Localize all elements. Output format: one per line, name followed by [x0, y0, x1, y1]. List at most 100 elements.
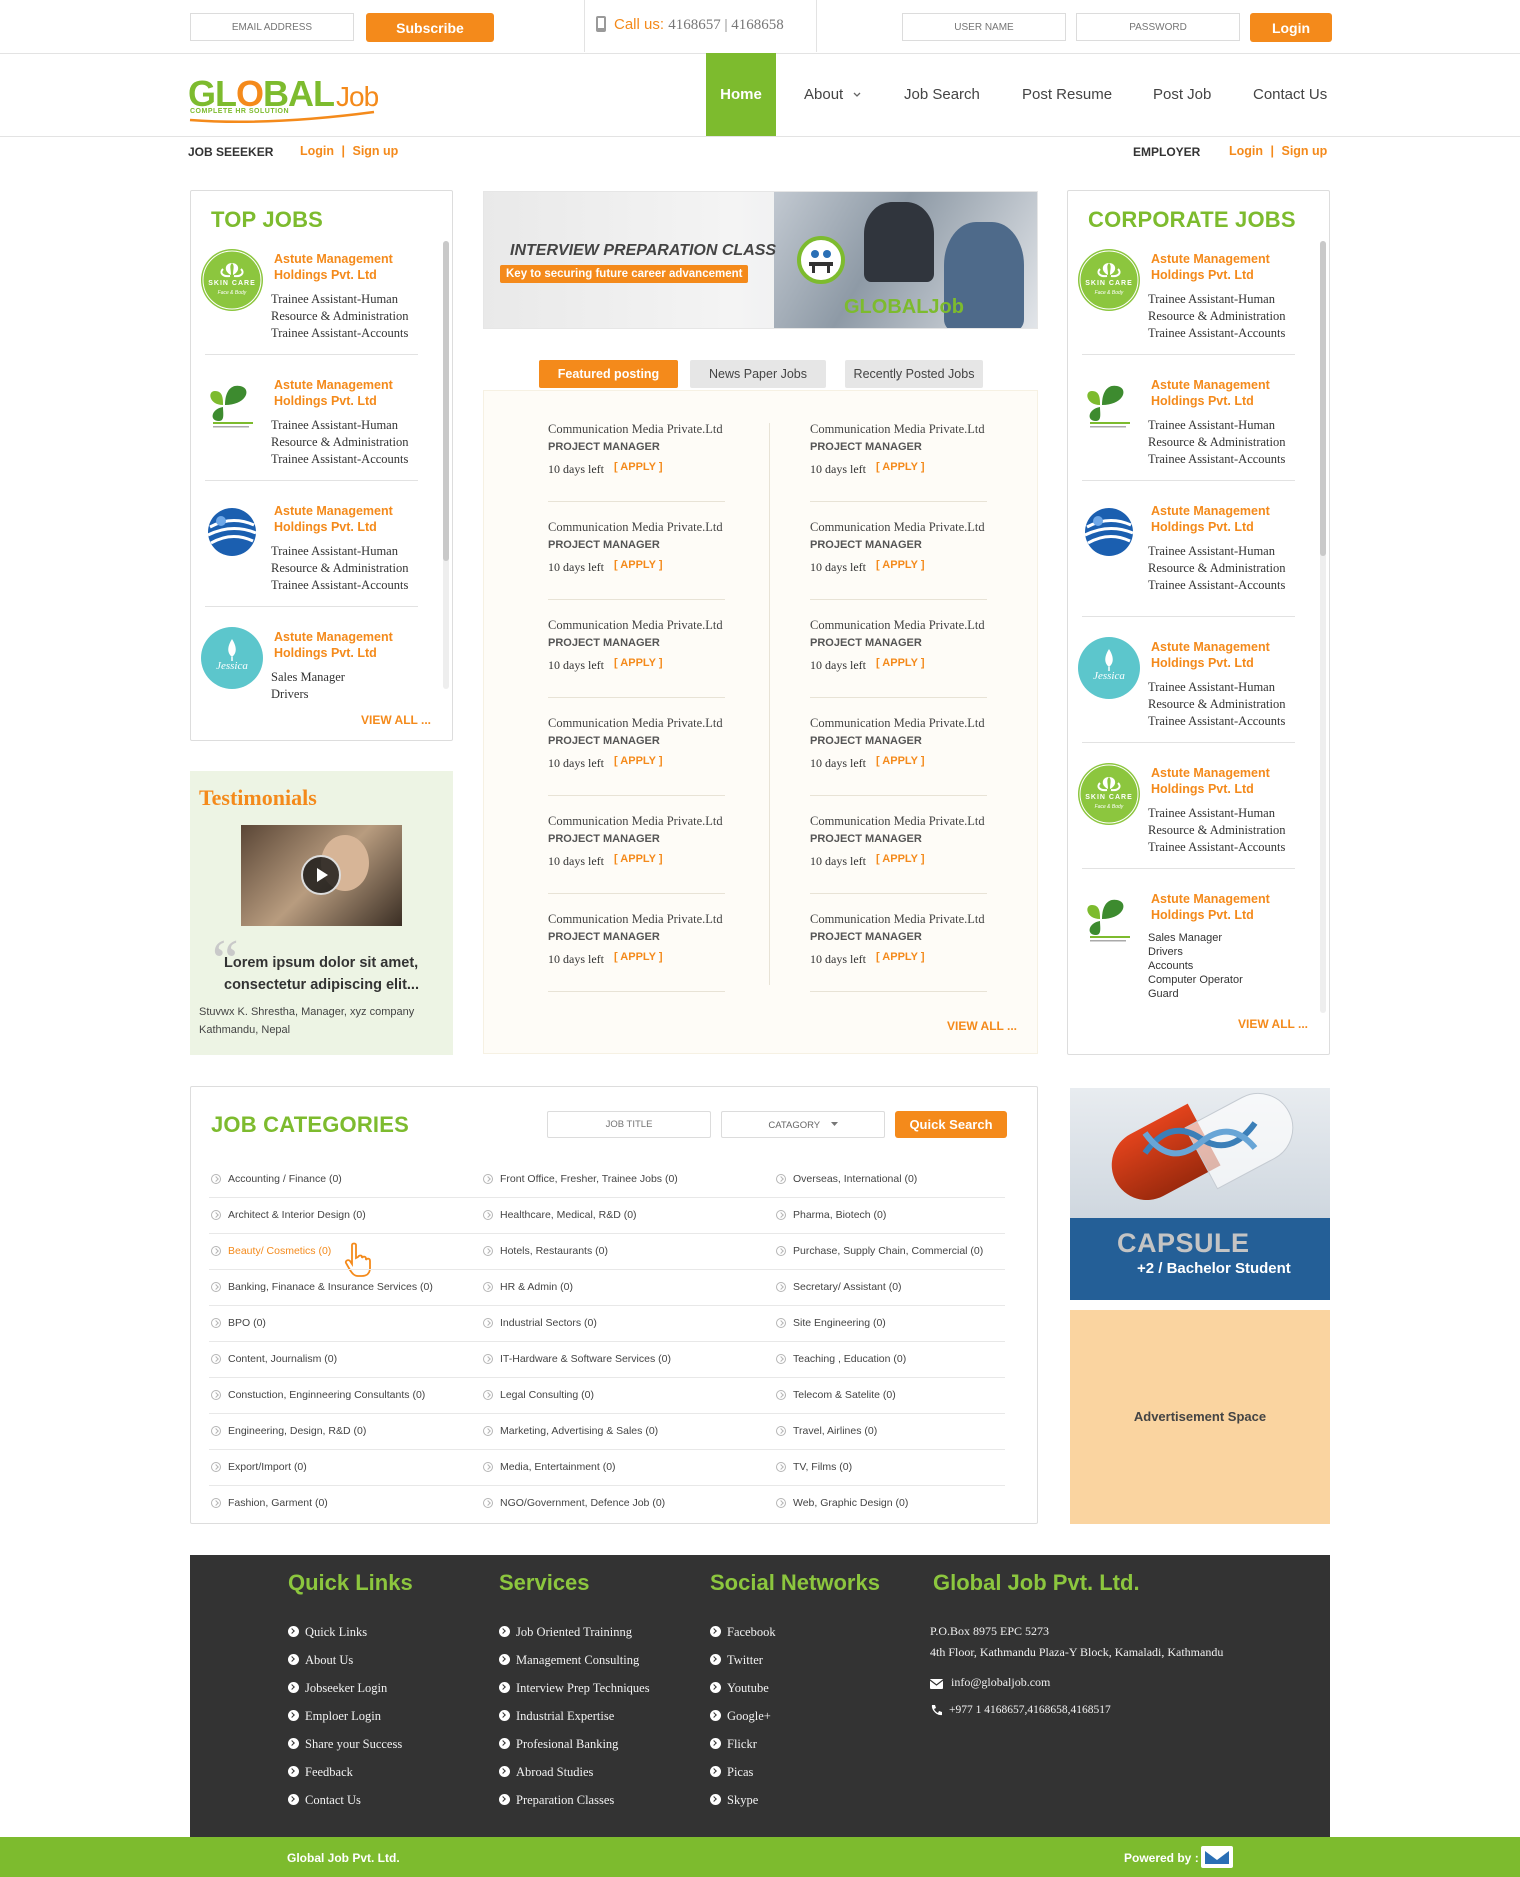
category-label[interactable]: Telecom & Satelite (0) [793, 1377, 896, 1413]
featured-job[interactable]: Communication Media Private.Ltd PROJECT M… [548, 520, 768, 616]
company-name[interactable]: Astute Management Holdings Pvt. Ltd [1151, 639, 1291, 671]
password-input[interactable] [1076, 13, 1240, 41]
site-logo[interactable]: GLOBALJob COMPLETE HR SOLUTION [188, 74, 379, 124]
featured-job[interactable]: Communication Media Private.Ltd PROJECT M… [548, 618, 768, 714]
footer-service-link[interactable]: Management Consulting [499, 1650, 639, 1670]
footer-link[interactable]: Share your Success [288, 1734, 402, 1754]
footer-service-link[interactable]: Interview Prep Techniques [499, 1678, 650, 1698]
category-label[interactable]: Teaching , Education (0) [793, 1341, 906, 1377]
job-title-input[interactable] [547, 1111, 711, 1138]
category-label[interactable]: Export/Import (0) [228, 1449, 307, 1485]
job-position[interactable]: Trainee Assistant-Accounts [1148, 325, 1298, 342]
category-item[interactable]: IT-Hardware & Software Services (0) [483, 1341, 743, 1377]
apply-link[interactable]: [ APPLY ] [876, 755, 925, 767]
category-label[interactable]: Front Office, Fresher, Trainee Jobs (0) [500, 1161, 678, 1197]
category-item[interactable]: Travel, Airlines (0) [776, 1413, 1036, 1449]
company-name[interactable]: Communication Media Private.Ltd [810, 422, 985, 437]
company-name[interactable]: Astute Management Holdings Pvt. Ltd [274, 629, 414, 661]
company-name[interactable]: Communication Media Private.Ltd [548, 912, 723, 927]
category-item[interactable]: Export/Import (0) [211, 1449, 471, 1485]
job-position[interactable]: Trainee Assistant-Human Resource & Admin… [271, 417, 421, 451]
corporate-view-all[interactable]: VIEW ALL ... [1238, 1017, 1308, 1031]
job-position[interactable]: PROJECT MANAGER [810, 441, 922, 453]
developer-logo[interactable] [1201, 1846, 1233, 1868]
company-name[interactable]: Astute Management Holdings Pvt. Ltd [274, 377, 414, 409]
company-name[interactable]: Communication Media Private.Ltd [548, 814, 723, 829]
job-position[interactable]: PROJECT MANAGER [810, 637, 922, 649]
category-label[interactable]: Overseas, International (0) [793, 1161, 917, 1197]
job-position[interactable]: Trainee Assistant-Accounts [1148, 451, 1298, 468]
category-item[interactable]: Media, Entertainment (0) [483, 1449, 743, 1485]
login-button[interactable]: Login [1250, 13, 1332, 42]
company-name[interactable]: Astute Management Holdings Pvt. Ltd [274, 251, 414, 283]
company-name[interactable]: Communication Media Private.Ltd [548, 520, 723, 535]
category-label[interactable]: BPO (0) [228, 1305, 266, 1341]
company-name[interactable]: Communication Media Private.Ltd [810, 912, 985, 927]
job-position[interactable]: Trainee Assistant-Accounts [1148, 713, 1298, 730]
job-position[interactable]: Drivers [271, 686, 421, 703]
job-position[interactable]: PROJECT MANAGER [548, 833, 660, 845]
company-name[interactable]: Astute Management Holdings Pvt. Ltd [1151, 765, 1291, 797]
category-label[interactable]: TV, Films (0) [793, 1449, 852, 1485]
employer-login-link[interactable]: Login [1229, 144, 1263, 158]
seeker-signup-link[interactable]: Sign up [352, 144, 398, 158]
category-select[interactable]: CATAGORY [721, 1111, 885, 1138]
apply-link[interactable]: [ APPLY ] [614, 657, 663, 669]
nav-post-job[interactable]: Post Job [1153, 53, 1211, 136]
capsule-ad[interactable]: CAPSULE +2 / Bachelor Student [1070, 1088, 1330, 1300]
category-item[interactable]: Banking, Finanace & Insurance Services (… [211, 1269, 471, 1305]
featured-view-all[interactable]: VIEW ALL ... [947, 1019, 1017, 1033]
apply-link[interactable]: [ APPLY ] [876, 461, 925, 473]
scrollbar-thumb[interactable] [1320, 241, 1326, 556]
footer-link[interactable]: Quick Links [288, 1622, 367, 1642]
subscribe-button[interactable]: Subscribe [366, 13, 494, 42]
seeker-login-link[interactable]: Login [300, 144, 334, 158]
category-label[interactable]: Constuction, Enginneering Consultants (0… [228, 1377, 425, 1413]
category-label[interactable]: Travel, Airlines (0) [793, 1413, 877, 1449]
job-position[interactable]: PROJECT MANAGER [548, 637, 660, 649]
category-label[interactable]: Banking, Finanace & Insurance Services (… [228, 1269, 433, 1305]
scrollbar[interactable] [1320, 241, 1326, 1013]
advertisement-space[interactable]: Advertisement Space [1070, 1310, 1330, 1524]
job-position[interactable]: PROJECT MANAGER [548, 931, 660, 943]
company-name[interactable]: Communication Media Private.Ltd [810, 814, 985, 829]
company-name[interactable]: Communication Media Private.Ltd [810, 618, 985, 633]
category-item[interactable]: Architect & Interior Design (0) [211, 1197, 471, 1233]
apply-link[interactable]: [ APPLY ] [876, 559, 925, 571]
category-item[interactable]: Pharma, Biotech (0) [776, 1197, 1036, 1233]
job-position[interactable]: Trainee Assistant-Accounts [271, 577, 421, 594]
job-position[interactable]: Trainee Assistant-Human Resource & Admin… [1148, 417, 1298, 451]
apply-link[interactable]: [ APPLY ] [614, 853, 663, 865]
featured-job[interactable]: Communication Media Private.Ltd PROJECT M… [810, 716, 1030, 812]
tab-newspaper[interactable]: News Paper Jobs [690, 360, 826, 388]
category-item[interactable]: Front Office, Fresher, Trainee Jobs (0) [483, 1161, 743, 1197]
category-item[interactable]: Accounting / Finance (0) [211, 1161, 471, 1197]
company-name[interactable]: Astute Management Holdings Pvt. Ltd [274, 503, 414, 535]
footer-social-link[interactable]: Flickr [710, 1734, 757, 1754]
company-name[interactable]: Astute Management Holdings Pvt. Ltd [1151, 251, 1291, 283]
job-position[interactable]: Trainee Assistant-Accounts [271, 451, 421, 468]
job-position[interactable]: Drivers [1148, 945, 1298, 959]
job-position[interactable]: PROJECT MANAGER [810, 539, 922, 551]
category-item[interactable]: NGO/Government, Defence Job (0) [483, 1485, 743, 1521]
nav-about[interactable]: About [804, 53, 861, 136]
category-label[interactable]: Architect & Interior Design (0) [228, 1197, 366, 1233]
company-name[interactable]: Communication Media Private.Ltd [548, 618, 723, 633]
category-label[interactable]: Secretary/ Assistant (0) [793, 1269, 902, 1305]
footer-service-link[interactable]: Job Oriented Traininng [499, 1622, 632, 1642]
testimonial-video[interactable] [241, 825, 402, 926]
category-item[interactable]: Engineering, Design, R&D (0) [211, 1413, 471, 1449]
featured-job[interactable]: Communication Media Private.Ltd PROJECT M… [548, 422, 768, 518]
employer-signup-link[interactable]: Sign up [1281, 144, 1327, 158]
job-position[interactable]: Trainee Assistant-Human Resource & Admin… [1148, 291, 1298, 325]
footer-social-link[interactable]: Twitter [710, 1650, 763, 1670]
footer-link[interactable]: Feedback [288, 1762, 353, 1782]
category-label[interactable]: Site Engineering (0) [793, 1305, 886, 1341]
job-position[interactable]: Trainee Assistant-Human Resource & Admin… [1148, 805, 1298, 839]
company-name[interactable]: Astute Management Holdings Pvt. Ltd [1151, 503, 1291, 535]
apply-link[interactable]: [ APPLY ] [614, 559, 663, 571]
tab-featured[interactable]: Featured posting [539, 360, 678, 388]
apply-link[interactable]: [ APPLY ] [876, 853, 925, 865]
footer-social-link[interactable]: Skype [710, 1790, 758, 1810]
category-item[interactable]: BPO (0) [211, 1305, 471, 1341]
